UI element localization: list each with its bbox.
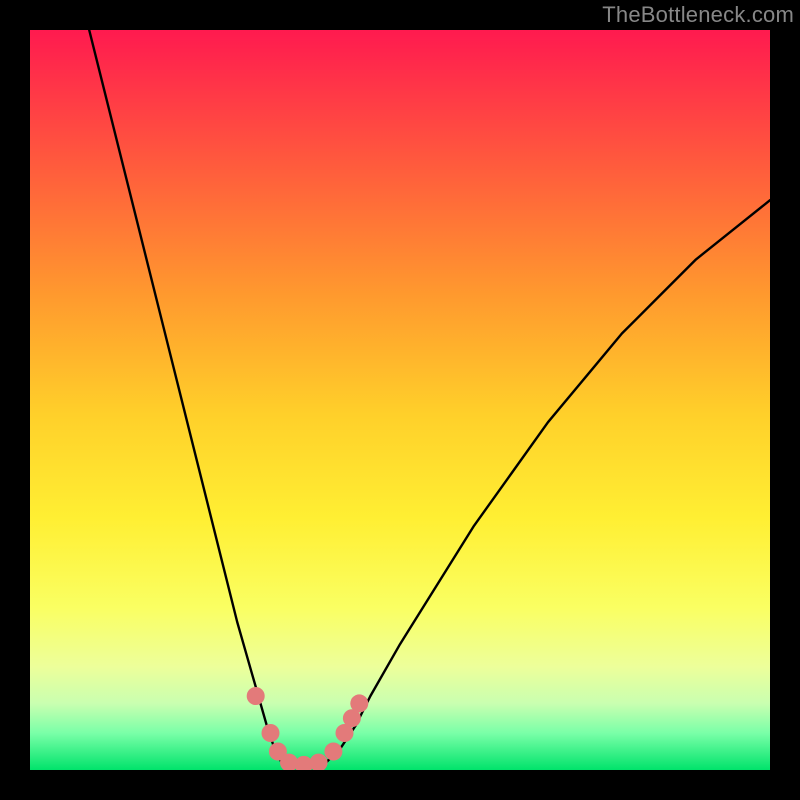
data-point	[247, 687, 265, 705]
watermark-label: TheBottleneck.com	[602, 2, 794, 28]
plot-area	[30, 30, 770, 770]
data-point	[324, 743, 342, 761]
data-point	[310, 754, 328, 770]
chart-svg	[30, 30, 770, 770]
curve-line	[89, 30, 770, 766]
data-point	[350, 694, 368, 712]
chart-canvas: TheBottleneck.com	[0, 0, 800, 800]
data-point	[262, 724, 280, 742]
